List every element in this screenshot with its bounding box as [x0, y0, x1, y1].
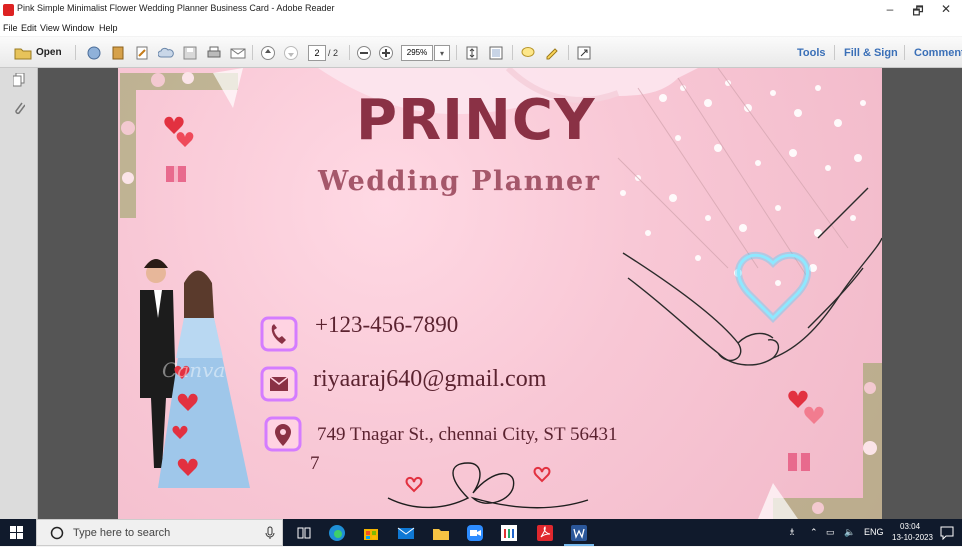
babys-breath-flowers [620, 80, 866, 286]
fill-sign-button[interactable]: Fill & Sign [844, 47, 898, 59]
volume-icon[interactable]: 🔈 [844, 527, 855, 538]
print-icon[interactable] [204, 44, 224, 61]
maximize-button[interactable]: 🗗 [908, 2, 928, 23]
zoom-out-icon[interactable] [354, 44, 374, 61]
toolbar: Open 2 / 2 295% ▾ Tools Fill & Sign Comm… [0, 37, 962, 68]
hands-line-art [622, 187, 882, 366]
hearts-doodle [387, 462, 589, 509]
canva-watermark: Canva [162, 358, 226, 382]
search-circle-icon [50, 526, 64, 545]
menu-file[interactable]: File [3, 23, 18, 33]
page-number-input[interactable]: 2 [308, 45, 326, 61]
next-page-icon[interactable] [281, 44, 301, 61]
zoom-dropdown-arrow-icon[interactable]: ▾ [434, 45, 450, 61]
email-icon[interactable] [228, 44, 248, 61]
cloud-upload-icon[interactable] [156, 44, 176, 61]
phone-icon [260, 316, 298, 352]
hearts-bottom-right [788, 390, 824, 471]
zoom-app-icon[interactable] [466, 524, 484, 547]
page-total: / 2 [328, 47, 339, 58]
clock-time[interactable]: 03:04 [900, 522, 920, 531]
business-card-page: PRINCY Wedding Planner +123-456-7890 riy… [118, 68, 882, 519]
phone-number: +123-456-7890 [315, 312, 459, 337]
menu-edit[interactable]: Edit [21, 23, 37, 33]
taskbar-search-box[interactable]: Type here to search [36, 519, 283, 546]
open-button[interactable]: Open [36, 44, 62, 61]
flower-stems [617, 68, 849, 279]
adobe-reader-taskbar-icon[interactable] [536, 524, 554, 547]
minimize-button[interactable]: – [880, 2, 900, 16]
file-explorer-icon[interactable] [432, 524, 450, 547]
open-folder-icon[interactable] [12, 44, 34, 61]
menu-view[interactable]: View [40, 23, 59, 33]
clock-date[interactable]: 13-10-2023 [892, 533, 933, 542]
planner-name: PRINCY [356, 88, 596, 153]
notification-center-icon[interactable] [940, 526, 954, 545]
close-button[interactable]: ✕ [936, 2, 956, 16]
search-placeholder: Type here to search [73, 527, 171, 539]
create-pdf-icon[interactable] [84, 44, 104, 61]
email-icon [260, 366, 298, 402]
comment-bubble-icon[interactable] [518, 44, 538, 61]
microphone-icon[interactable] [265, 526, 275, 545]
full-screen-icon[interactable] [574, 44, 594, 61]
location-pin-icon [264, 416, 302, 452]
mail-app-icon[interactable] [397, 524, 415, 547]
language-indicator[interactable]: ENG [864, 527, 884, 537]
battery-icon[interactable]: ▭ [826, 527, 835, 538]
floral-frame-bottom-right [758, 363, 882, 519]
email-address: riyaaraj640@gmail.com [313, 366, 547, 392]
fit-page-icon[interactable] [462, 44, 482, 61]
windows-start-icon[interactable] [10, 526, 24, 545]
previous-page-icon[interactable] [258, 44, 278, 61]
zoom-level-select[interactable]: 295% [401, 45, 433, 61]
navigation-panel [0, 68, 38, 519]
page-thumbnails-icon[interactable] [12, 72, 25, 92]
planner-role: Wedding Planner [318, 166, 601, 197]
combine-files-icon[interactable] [108, 44, 128, 61]
menu-window[interactable]: Window [62, 23, 94, 33]
address-line-1: 749 Tnagar St., chennai City, ST 56431 [317, 424, 618, 445]
small-heart-right-icon [533, 466, 551, 483]
show-hidden-icons-chevron-icon[interactable]: ⌃ [810, 527, 818, 538]
edge-browser-icon[interactable] [328, 524, 346, 547]
zoom-in-icon[interactable] [376, 44, 396, 61]
neon-heart-icon [735, 251, 811, 323]
adobe-reader-icon [3, 4, 14, 16]
people-icon[interactable]: ♗ [788, 527, 796, 538]
app-launcher-icon[interactable] [500, 524, 518, 547]
address-line-2: 7 [310, 453, 320, 474]
task-view-icon[interactable] [297, 526, 311, 545]
title-bar: Pink Simple Minimalist Flower Wedding Pl… [0, 0, 962, 22]
small-heart-left-icon [405, 476, 423, 493]
menu-help[interactable]: Help [99, 23, 118, 33]
fit-width-icon[interactable] [486, 44, 506, 61]
windows-taskbar: Type here to search ♗ ⌃ ▭ 🔈 ENG 03:04 13… [0, 519, 962, 546]
hearts-top-left [164, 116, 194, 182]
menu-bar: File Edit View Window Help [0, 22, 962, 36]
tools-button[interactable]: Tools [797, 47, 826, 59]
microsoft-store-icon[interactable] [362, 524, 380, 547]
window-title: Pink Simple Minimalist Flower Wedding Pl… [17, 3, 335, 13]
attachments-icon[interactable] [13, 100, 26, 121]
save-icon[interactable] [180, 44, 200, 61]
edit-document-icon[interactable] [132, 44, 152, 61]
comment-button[interactable]: Comment [914, 47, 962, 59]
highlight-icon[interactable] [542, 44, 562, 61]
